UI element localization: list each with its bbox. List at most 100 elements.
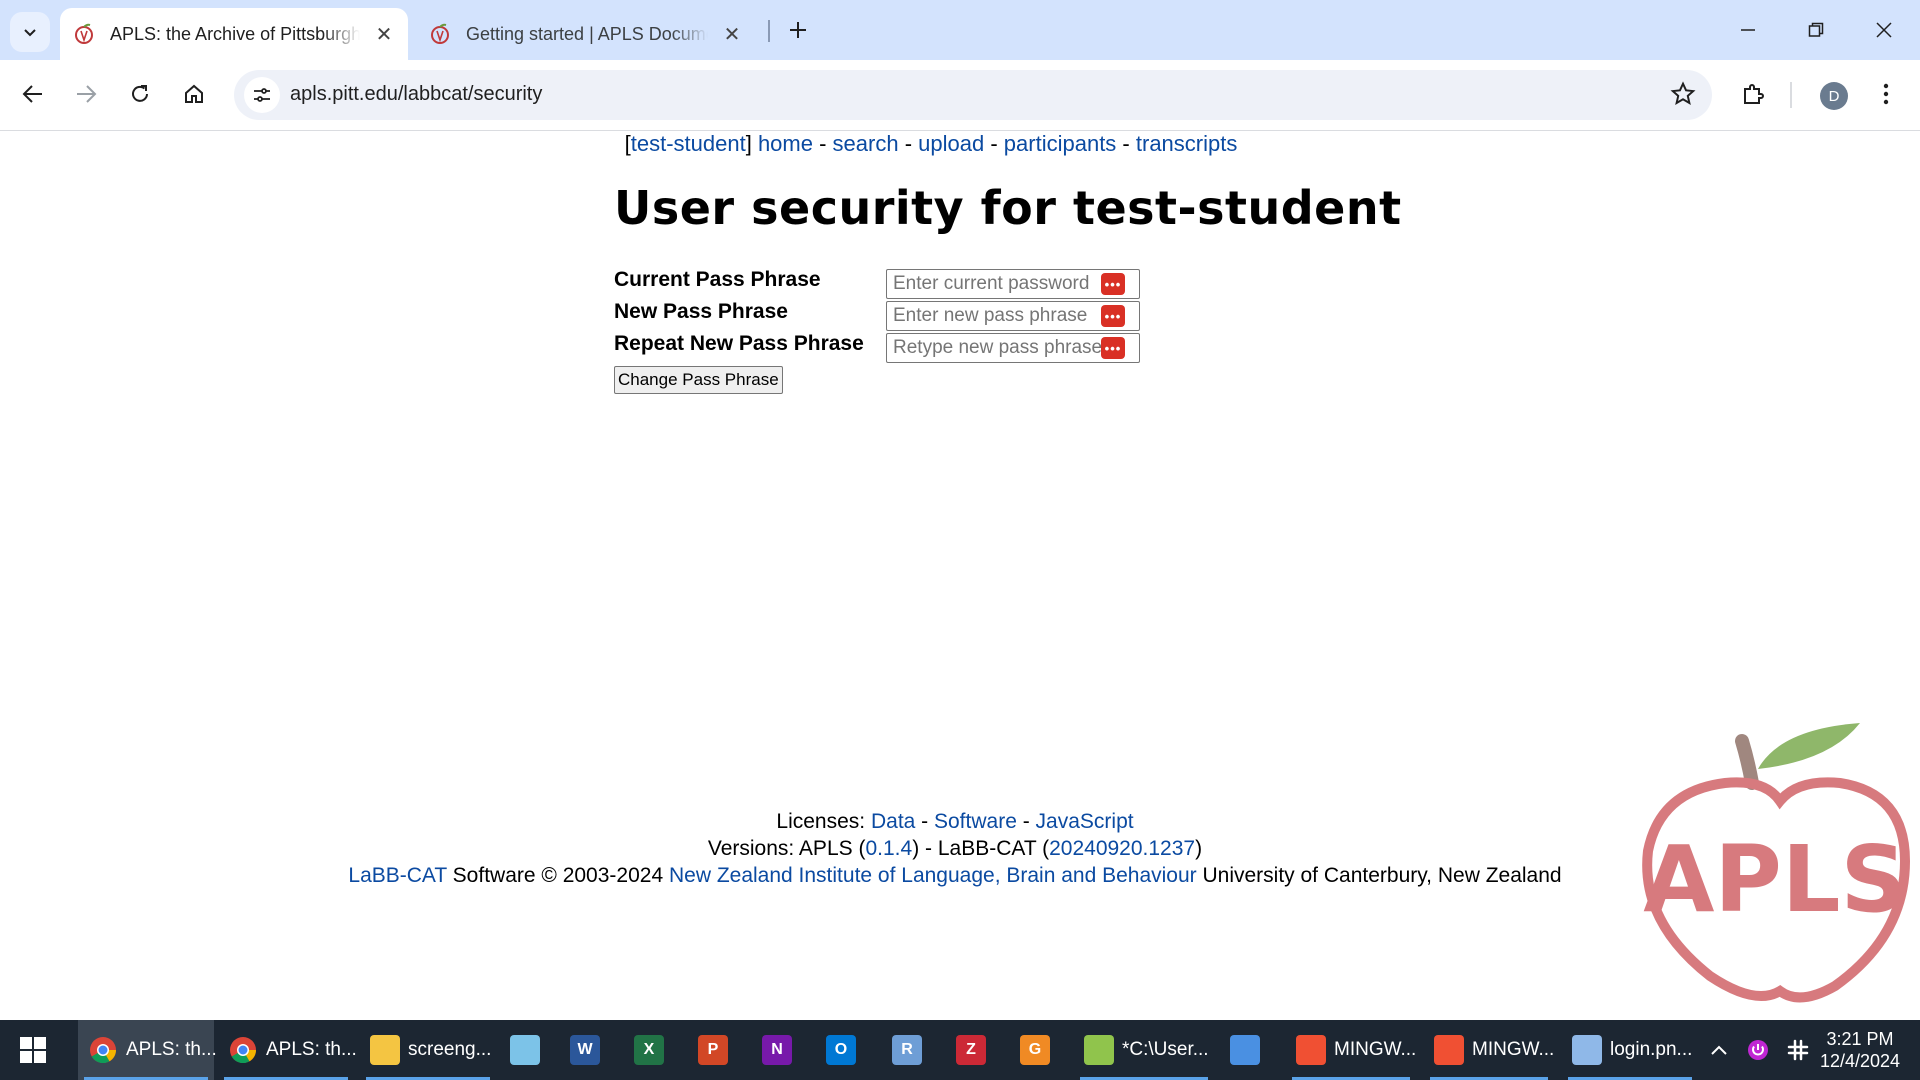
profile-avatar[interactable]: D [1820, 82, 1848, 110]
notepad-icon [510, 1035, 540, 1065]
chrome-icon [88, 1035, 118, 1065]
new-pass-label: New Pass Phrase [614, 300, 788, 323]
chevron-up-icon[interactable] [1710, 1043, 1728, 1057]
power-app-icon[interactable] [1746, 1038, 1770, 1062]
restore-icon [1808, 22, 1824, 37]
logo-text: APLS [1643, 826, 1907, 933]
taskbar-item[interactable]: X [624, 1020, 680, 1080]
page-title: User security for test-student [614, 181, 1402, 235]
close-window-button[interactable] [1850, 0, 1918, 60]
taskbar-item[interactable]: MINGW... [1286, 1020, 1416, 1080]
javascript-license-link[interactable]: JavaScript [1036, 810, 1134, 833]
taskbar-item[interactable]: W [560, 1020, 616, 1080]
r-icon: R [892, 1035, 922, 1065]
taskbar-item-label: MINGW... [1334, 1039, 1417, 1060]
institute-link[interactable]: New Zealand Institute of Language, Brain… [669, 864, 1197, 887]
forward-button[interactable] [66, 74, 106, 114]
windows-start-icon[interactable] [20, 1037, 46, 1063]
password-manager-icon[interactable]: ••• [1101, 337, 1125, 359]
minimize-button[interactable] [1714, 0, 1782, 60]
tab-separator [768, 20, 770, 42]
taskbar-item[interactable]: O [816, 1020, 872, 1080]
plus-icon [790, 22, 806, 38]
tab-apls-archive[interactable]: APLS: the Archive of Pittsburgh ✕ [60, 8, 408, 60]
browser-tab-bar: APLS: the Archive of Pittsburgh ✕ Gettin… [0, 0, 1920, 60]
reload-button[interactable] [120, 74, 160, 114]
windows-media-icon [1230, 1035, 1260, 1065]
extensions-button[interactable] [1733, 74, 1773, 114]
taskbar-item[interactable]: MINGW... [1424, 1020, 1554, 1080]
nav-user-link[interactable]: test-student [631, 131, 746, 156]
minimize-icon [1741, 29, 1755, 31]
taskbar-item[interactable]: G [1010, 1020, 1066, 1080]
taskbar-item[interactable]: Z [946, 1020, 1002, 1080]
software-license-link[interactable]: Software [934, 810, 1017, 833]
nav-separator: - [1116, 131, 1136, 156]
taskbar-item-label: *C:\User... [1122, 1039, 1209, 1060]
chevron-down-icon [24, 29, 36, 37]
more-vert-icon [1883, 83, 1889, 105]
change-pass-phrase-button[interactable]: Change Pass Phrase [614, 366, 783, 394]
home-button[interactable] [174, 74, 214, 114]
nav-transcripts-link[interactable]: transcripts [1136, 131, 1237, 156]
nav-separator: - [984, 131, 1004, 156]
nav-upload-link[interactable]: upload [918, 131, 984, 156]
licenses-line: Licenses: Data - Software - JavaScript [776, 810, 1134, 833]
restore-button[interactable] [1782, 0, 1850, 60]
nav-separator: - [1016, 810, 1036, 833]
address-bar[interactable]: apls.pitt.edu/labbcat/security [234, 70, 1712, 120]
file-explorer-icon [370, 1035, 400, 1065]
site-info-button[interactable] [244, 77, 280, 113]
copyright-line: LaBB-CAT Software © 2003-2024 New Zealan… [348, 864, 1562, 887]
taskbar-item[interactable]: *C:\User... [1074, 1020, 1214, 1080]
git-icon [1296, 1035, 1326, 1065]
taskbar-item-label: MINGW... [1472, 1039, 1555, 1060]
taskbar-item[interactable]: N [752, 1020, 808, 1080]
git-icon [1434, 1035, 1464, 1065]
taskbar-item[interactable] [500, 1020, 556, 1080]
word-icon: W [570, 1035, 600, 1065]
taskbar-item-label: login.pn... [1610, 1039, 1693, 1060]
taskbar-item[interactable]: R [882, 1020, 938, 1080]
tab-getting-started[interactable]: Getting started | APLS Documen ✕ [416, 8, 756, 60]
taskbar-item-label: APLS: th... [266, 1039, 357, 1060]
windows-taskbar: APLS: th... APLS: th... screeng... W X P N O R Z G… [0, 1020, 1920, 1080]
taskbar-item[interactable]: APLS: th... [78, 1020, 217, 1080]
page-content: [test-student] home - search - upload - … [0, 131, 1920, 1020]
nav-separator: - [812, 131, 833, 156]
nav-participants-link[interactable]: participants [1004, 131, 1117, 156]
labbcat-version-link[interactable]: 20240920.1237 [1049, 837, 1195, 860]
back-button[interactable] [13, 74, 53, 114]
slack-icon[interactable] [1786, 1038, 1810, 1062]
labbcat-link[interactable]: LaBB-CAT [348, 864, 446, 887]
apls-version-link[interactable]: 0.1.4 [865, 837, 912, 860]
menu-button[interactable] [1866, 74, 1906, 114]
taskbar-item[interactable]: P [688, 1020, 744, 1080]
taskbar-item[interactable]: APLS: th... [218, 1020, 357, 1080]
data-license-link[interactable]: Data [871, 810, 915, 833]
password-manager-icon[interactable]: ••• [1101, 305, 1125, 327]
password-manager-icon[interactable]: ••• [1101, 273, 1125, 295]
apls-favicon-icon [431, 23, 449, 44]
new-tab-button[interactable] [780, 12, 816, 48]
tab-title: Getting started | APLS Documen [466, 23, 708, 44]
close-icon [1876, 22, 1892, 38]
tab-close-icon[interactable]: ✕ [718, 20, 746, 48]
versions-line: Versions: APLS (0.1.4) - LaBB-CAT (20240… [707, 837, 1203, 860]
pdf-icon: G [1020, 1035, 1050, 1065]
tab-search-button[interactable] [10, 12, 50, 52]
nav-home-link[interactable]: home [758, 131, 813, 156]
taskbar-clock[interactable]: 3:21 PM 12/4/2024 [1810, 1028, 1910, 1072]
taskbar-item[interactable]: screeng... [360, 1020, 496, 1080]
tab-close-icon[interactable]: ✕ [370, 20, 398, 48]
taskbar-item[interactable] [1220, 1020, 1276, 1080]
url-text[interactable]: apls.pitt.edu/labbcat/security [290, 83, 542, 106]
bookmark-star-icon[interactable] [1670, 81, 1696, 107]
nav-search-link[interactable]: search [833, 131, 899, 156]
taskbar-item[interactable]: login.pn... [1562, 1020, 1698, 1080]
page-footer: Licenses: Data - Software - JavaScript V… [0, 808, 1910, 889]
outlook-icon: O [826, 1035, 856, 1065]
chrome-icon [228, 1035, 258, 1065]
taskbar-item-label: APLS: th... [126, 1039, 217, 1060]
taskbar-item-label: screeng... [408, 1039, 492, 1060]
